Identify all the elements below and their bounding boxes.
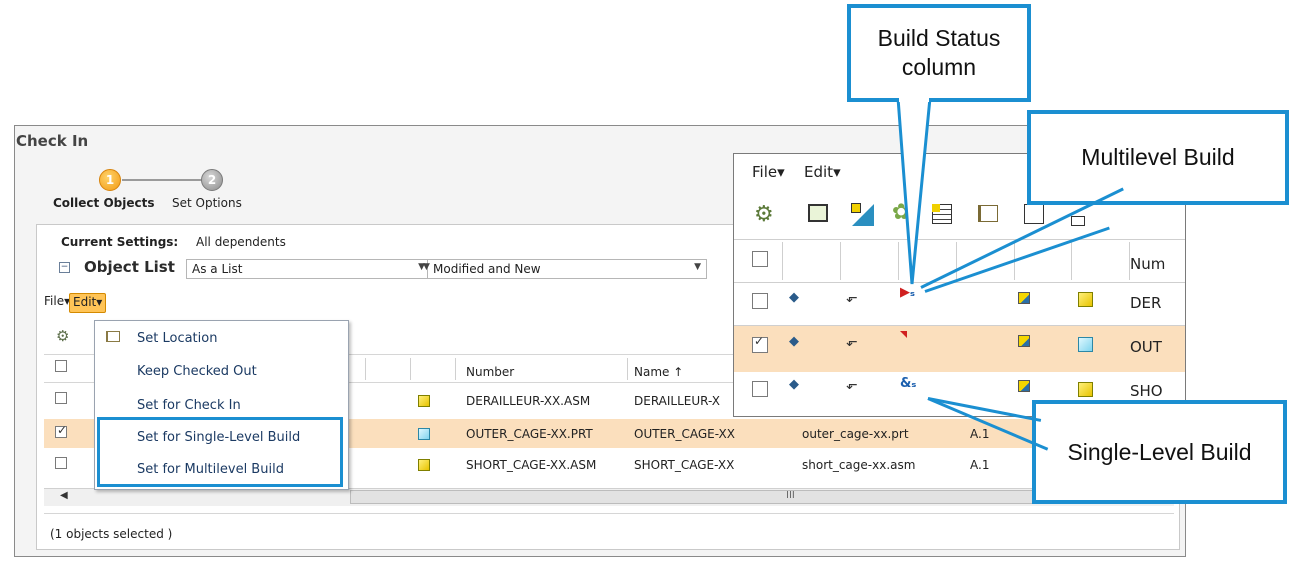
column-divider xyxy=(455,358,456,380)
menu-item-set-location[interactable]: Set Location xyxy=(137,331,217,346)
build-flag-icon xyxy=(900,331,907,338)
row-checkbox[interactable] xyxy=(752,293,768,309)
lock-status-icon: ◆ xyxy=(789,290,799,305)
row-number[interactable]: SHORT_CAGE-XX.ASM xyxy=(466,458,596,472)
chevron-down-icon: ▼ xyxy=(423,262,430,272)
menu-item-set-for-check-in[interactable]: Set for Check In xyxy=(137,398,241,413)
step-1-label[interactable]: Collect Objects xyxy=(53,196,154,210)
row-number[interactable]: DER xyxy=(1130,294,1161,312)
single-level-build-icon: &ₛ xyxy=(900,376,917,391)
step-2-badge[interactable]: 2 xyxy=(201,169,223,191)
row-checkbox[interactable] xyxy=(752,381,768,397)
row-number[interactable]: DERAILLEUR-XX.ASM xyxy=(466,394,590,408)
row-file-name[interactable]: short_cage-xx.asm xyxy=(802,458,915,472)
row-checkbox[interactable] xyxy=(55,457,67,469)
row-number[interactable]: OUT xyxy=(1130,338,1162,356)
checkin-arrow-icon: ⬐ xyxy=(846,377,858,393)
row-number[interactable]: SHO xyxy=(1130,382,1163,400)
status-divider xyxy=(44,513,1174,514)
row-version: A.1 xyxy=(970,458,990,472)
callout-single-level-build: Single-Level Build xyxy=(1032,400,1287,504)
step-1-badge[interactable]: 1 xyxy=(99,169,121,191)
export-icon[interactable] xyxy=(1071,216,1085,226)
row-name[interactable]: OUTER_CAGE-XX xyxy=(634,427,735,441)
zoom-file-menu[interactable]: File▾ xyxy=(752,163,785,181)
column-divider xyxy=(627,358,628,380)
checkin-arrow-icon: ⬐ xyxy=(846,334,858,350)
folder-icon xyxy=(106,331,120,342)
filter-select-value: Modified and New xyxy=(433,262,541,276)
row-number[interactable]: OUTER_CAGE-XX.PRT xyxy=(466,427,593,441)
row-name[interactable]: DERAILLEUR-X xyxy=(634,394,720,408)
row-checkbox[interactable] xyxy=(55,392,67,404)
select-all-checkbox[interactable] xyxy=(752,251,768,267)
column-header-number[interactable]: Number xyxy=(466,365,514,379)
add-gear-icon[interactable]: ⚙ xyxy=(56,327,69,345)
column-divider xyxy=(365,358,366,380)
scroll-left-icon[interactable]: ◀ xyxy=(60,490,68,501)
filter-select[interactable]: Modified and New ▼ xyxy=(427,259,707,279)
add-gear-icon[interactable]: ⚙ xyxy=(754,202,774,227)
scrollbar-thumb[interactable] xyxy=(350,490,1150,504)
column-header-number[interactable]: Num xyxy=(1130,255,1165,273)
collapse-icon[interactable]: − xyxy=(59,262,70,273)
copy-icon[interactable] xyxy=(808,204,828,222)
assembly-icon xyxy=(1078,382,1093,397)
current-settings-value: All dependents xyxy=(196,235,286,249)
chevron-down-icon: ▼ xyxy=(694,262,701,272)
build-options-highlight xyxy=(97,417,343,487)
row-checkbox-checked[interactable] xyxy=(752,334,768,353)
callout-pointer-build-status xyxy=(896,98,932,285)
select-all-checkbox[interactable] xyxy=(55,360,67,372)
selection-status: (1 objects selected ) xyxy=(50,527,173,541)
row-name[interactable]: SHORT_CAGE-XX xyxy=(634,458,734,472)
step-connector xyxy=(122,179,202,181)
current-settings-label: Current Settings: xyxy=(61,235,179,249)
checkin-arrow-icon: ⬐ xyxy=(846,290,858,306)
object-list-heading: Object List xyxy=(84,258,175,276)
column-header-name[interactable]: Name ↑ xyxy=(634,365,683,379)
assembly-icon xyxy=(418,459,430,471)
view-select[interactable]: As a List ▼ xyxy=(186,259,431,279)
row-version: A.1 xyxy=(970,427,990,441)
lock-status-icon: ◆ xyxy=(789,377,799,392)
modified-icon xyxy=(1018,380,1030,392)
edit-menu[interactable]: Edit▾ xyxy=(69,293,107,313)
step-2-label[interactable]: Set Options xyxy=(172,196,242,210)
assembly-icon xyxy=(1078,292,1093,307)
build-marker-icon xyxy=(851,203,861,213)
modified-icon xyxy=(1018,292,1030,304)
zoom-edit-menu[interactable]: Edit▾ xyxy=(804,163,841,181)
assembly-icon xyxy=(418,395,430,407)
lock-status-icon: ◆ xyxy=(789,334,799,349)
folder-icon[interactable] xyxy=(978,205,998,222)
column-divider xyxy=(410,358,411,380)
callout-build-status: Build Status column xyxy=(847,4,1031,102)
row-checkbox-checked[interactable] xyxy=(55,423,67,438)
window-title: Check In xyxy=(16,132,89,150)
callout-multilevel-build: Multilevel Build xyxy=(1027,110,1289,205)
file-menu[interactable]: File▾ xyxy=(44,294,70,308)
part-icon xyxy=(1078,337,1093,352)
view-select-value: As a List xyxy=(192,262,243,276)
row-file-name[interactable]: outer_cage-xx.prt xyxy=(802,427,909,441)
scrollbar-grip: III xyxy=(786,490,795,501)
menu-item-keep-checked-out[interactable]: Keep Checked Out xyxy=(137,364,257,379)
part-icon xyxy=(418,428,430,440)
table-row-selected[interactable] xyxy=(734,326,1185,372)
sort-ascending-icon: ↑ xyxy=(673,365,684,379)
modified-icon xyxy=(1018,335,1030,347)
page-icon[interactable] xyxy=(1024,204,1044,224)
